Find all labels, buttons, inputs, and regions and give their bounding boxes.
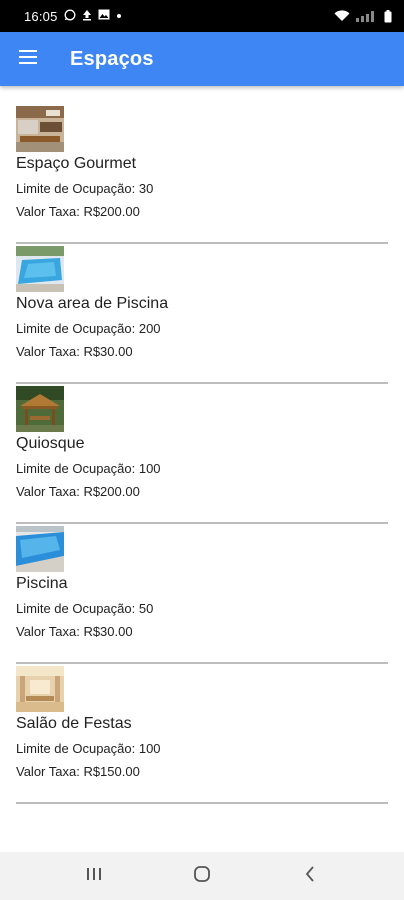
status-left: 16:05	[24, 9, 122, 24]
list-item[interactable]: Piscina Limite de Ocupação: 50 Valor Tax…	[16, 524, 388, 664]
home-button[interactable]	[172, 852, 232, 900]
app-bar: Espaços	[0, 32, 404, 86]
battery-icon	[384, 9, 392, 23]
space-fee: Valor Taxa: R$30.00	[16, 624, 133, 639]
wifi-icon	[334, 10, 350, 22]
pool-area-photo	[16, 246, 64, 292]
pool-photo	[16, 526, 64, 572]
space-name: Quiosque	[16, 435, 85, 452]
dot-icon	[116, 11, 122, 22]
status-bar: 16:05	[0, 0, 404, 32]
status-right	[334, 9, 392, 23]
space-fee: Valor Taxa: R$150.00	[16, 764, 140, 779]
space-name: Espaço Gourmet	[16, 155, 137, 172]
menu-button[interactable]	[0, 32, 56, 86]
image-icon	[98, 9, 110, 23]
recent-apps-button[interactable]	[64, 852, 124, 900]
status-time: 16:05	[24, 8, 58, 24]
list-item[interactable]: Espaço Gourmet Limite de Ocupação: 30 Va…	[16, 104, 388, 244]
space-name: Salão de Festas	[16, 715, 132, 732]
space-capacity: Limite de Ocupação: 100	[16, 461, 161, 476]
whatsapp-icon	[64, 9, 76, 24]
hamburger-menu-icon	[19, 49, 37, 69]
upload-icon	[82, 9, 92, 24]
space-fee: Valor Taxa: R$200.00	[16, 484, 140, 499]
space-capacity: Limite de Ocupação: 200	[16, 321, 161, 336]
kiosk-photo	[16, 386, 64, 432]
home-icon	[193, 865, 211, 888]
space-fee: Valor Taxa: R$30.00	[16, 344, 133, 359]
back-button[interactable]	[280, 852, 340, 900]
space-capacity: Limite de Ocupação: 50	[16, 601, 154, 616]
gourmet-area-photo	[16, 106, 64, 152]
system-nav-bar	[0, 852, 404, 900]
space-list: Espaço Gourmet Limite de Ocupação: 30 Va…	[16, 104, 388, 804]
list-item[interactable]: Quiosque Limite de Ocupação: 100 Valor T…	[16, 384, 388, 524]
party-hall-photo	[16, 666, 64, 712]
space-capacity: Limite de Ocupação: 100	[16, 741, 161, 756]
page-title: Espaços	[70, 47, 154, 70]
space-capacity: Limite de Ocupação: 30	[16, 181, 154, 196]
space-name: Nova area de Piscina	[16, 295, 169, 312]
signal-icon	[356, 10, 378, 22]
list-item[interactable]: Nova area de Piscina Limite de Ocupação:…	[16, 244, 388, 384]
back-icon	[304, 865, 316, 887]
list-item[interactable]: Salão de Festas Limite de Ocupação: 100 …	[16, 664, 388, 804]
space-name: Piscina	[16, 575, 68, 592]
recent-apps-icon	[86, 867, 102, 886]
space-fee: Valor Taxa: R$200.00	[16, 204, 140, 219]
